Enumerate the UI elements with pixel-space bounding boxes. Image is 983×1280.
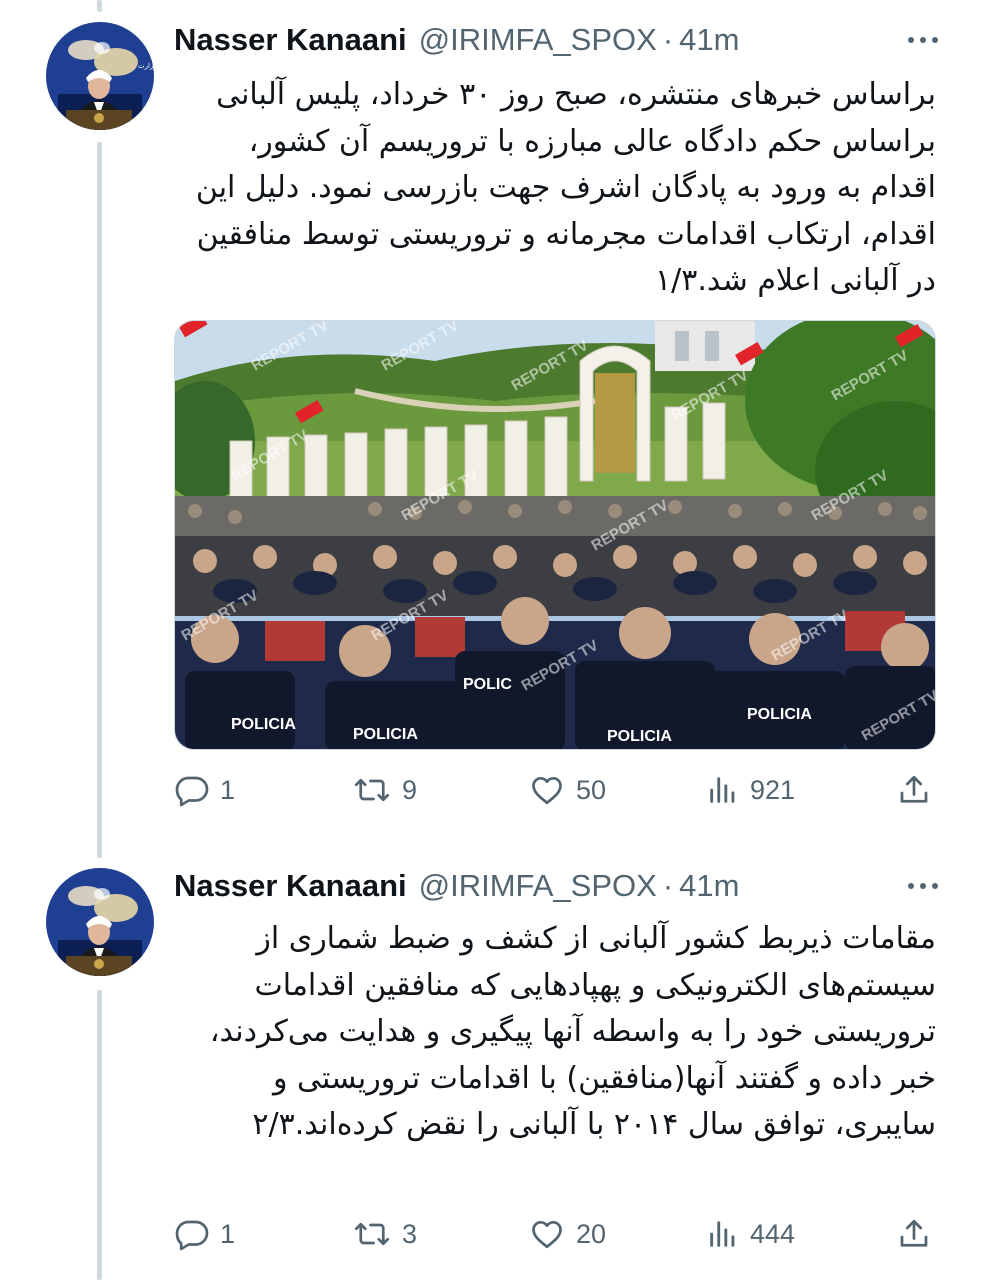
share-button[interactable]: [896, 1212, 932, 1256]
views-button[interactable]: 444: [706, 1212, 795, 1256]
retweet-count: 9: [402, 774, 418, 805]
author-name[interactable]: Nasser Kanaani: [174, 22, 407, 58]
like-button[interactable]: 50: [528, 768, 606, 812]
vest-label: POLICIA: [353, 726, 418, 743]
reply-count: 1: [220, 1218, 236, 1249]
views-button[interactable]: 921: [706, 768, 795, 812]
share-button[interactable]: [896, 768, 932, 812]
tweet-actions: 1 3 20 444: [174, 1212, 936, 1256]
tweet-timestamp[interactable]: 41m: [679, 22, 739, 58]
reply-icon: [175, 776, 209, 807]
tweet-actions: 1 9 50 921: [174, 768, 936, 812]
header-separator: ·: [662, 22, 674, 57]
reply-button[interactable]: 1: [174, 1212, 235, 1256]
more-horizontal-icon[interactable]: [903, 866, 943, 906]
share-icon: [900, 1219, 928, 1247]
tweet-2[interactable]: Nasser Kanaani @IRIMFA_SPOX · 41m مقامات…: [0, 850, 983, 1280]
views-icon: [710, 1221, 735, 1247]
svg-text:وزارت: وزارت: [138, 62, 154, 70]
like-button[interactable]: 20: [528, 1212, 606, 1256]
more-horizontal-icon[interactable]: [903, 20, 943, 60]
header-separator: ·: [662, 868, 674, 903]
tweet-header: Nasser Kanaani @IRIMFA_SPOX · 41m: [174, 18, 943, 62]
share-icon: [900, 775, 928, 803]
vest-label: POLICIA: [607, 728, 672, 745]
views-count: 921: [750, 774, 796, 805]
tweet-text: مقامات ذیربط کشور آلبانی از کشف و ضبط شم…: [209, 921, 936, 1142]
reply-button[interactable]: 1: [174, 768, 235, 812]
author-handle[interactable]: @IRIMFA_SPOX: [419, 868, 657, 904]
retweet-button[interactable]: 9: [352, 768, 417, 812]
retweet-button[interactable]: 3: [352, 1212, 417, 1256]
like-count: 50: [576, 774, 607, 805]
retweet-icon: [354, 1222, 390, 1246]
tweet-header: Nasser Kanaani @IRIMFA_SPOX · 41m: [174, 864, 943, 908]
tweet-text: براساس خبرهای منتشره، صبح روز ۳۰ خرداد، …: [195, 77, 936, 298]
avatar[interactable]: وزارت: [46, 22, 154, 130]
heart-icon: [532, 776, 562, 805]
retweet-count: 3: [402, 1218, 418, 1249]
tweet-timestamp[interactable]: 41m: [679, 868, 739, 904]
author-name[interactable]: Nasser Kanaani: [174, 868, 407, 904]
author-handle[interactable]: @IRIMFA_SPOX: [419, 22, 657, 58]
retweet-icon: [354, 778, 390, 802]
views-icon: [710, 777, 735, 803]
tweet-photo[interactable]: POLICIA POLICIA POLIC POLICIA POLICIA RE…: [174, 320, 936, 750]
reply-count: 1: [220, 774, 236, 805]
views-count: 444: [750, 1218, 796, 1249]
vest-label: POLIC: [463, 676, 512, 693]
heart-icon: [532, 1220, 562, 1249]
tweet-1[interactable]: وزارت Nasser Kanaani @IRIMFA_SPOX · 41m …: [0, 0, 983, 840]
reply-icon: [175, 1220, 209, 1251]
vest-label: POLICIA: [231, 716, 296, 733]
vest-label: POLICIA: [747, 706, 812, 723]
avatar[interactable]: [46, 868, 154, 976]
like-count: 20: [576, 1218, 607, 1249]
